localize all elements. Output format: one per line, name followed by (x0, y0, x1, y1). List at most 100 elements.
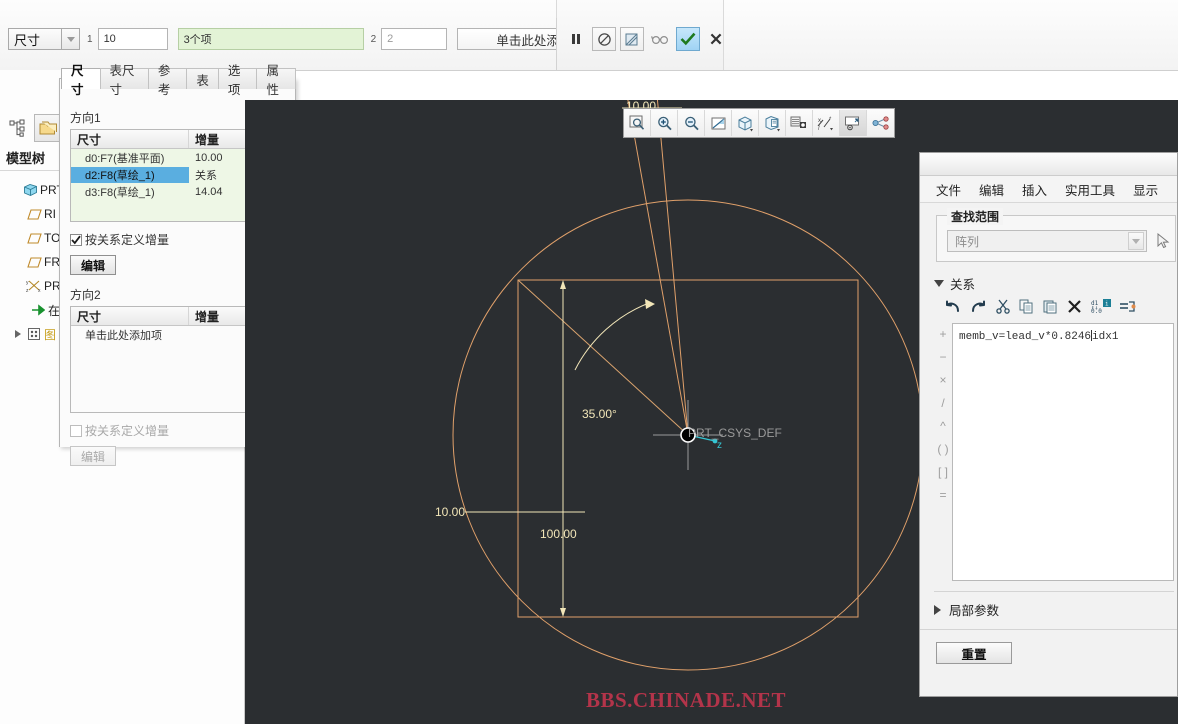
view-manager-icon[interactable] (759, 110, 786, 136)
spin-center-icon[interactable] (867, 110, 894, 136)
zoom-in-icon[interactable] (651, 110, 678, 136)
angle-second-line (656, 100, 689, 436)
pause-button[interactable] (564, 27, 588, 51)
tab-table[interactable]: 表 (186, 68, 219, 89)
viewport-toolbar: x / * (623, 108, 895, 138)
pattern-icon (24, 327, 44, 341)
svg-text:*: * (829, 117, 832, 123)
row-dimension: d2:F8(草绘_1) (71, 166, 189, 183)
operator-equals-button[interactable]: = (939, 488, 946, 502)
reorient-icon[interactable] (705, 110, 732, 136)
operator-divide-button[interactable]: / (941, 396, 944, 410)
tree-item-label: FR (44, 255, 60, 269)
lookup-scope-group: 查找范围 阵列 (936, 208, 1176, 262)
zoom-out-icon[interactable] (678, 110, 705, 136)
direction1-count-input[interactable]: 10 (97, 28, 168, 50)
copy-icon[interactable] (1019, 299, 1034, 317)
dimension-toggle-icon[interactable]: d1 0.0 ↑↓ i (1091, 299, 1111, 317)
checkbox[interactable] (70, 424, 82, 437)
menu-insert[interactable]: 插入 (1022, 180, 1047, 199)
checkbox[interactable] (70, 233, 82, 246)
chevron-right-icon[interactable] (934, 604, 941, 615)
local-parameters-header[interactable]: 局部参数 (934, 600, 1177, 619)
tree-expander-icon[interactable] (12, 330, 24, 338)
tab-options[interactable]: 选项 (217, 64, 258, 97)
glasses-preview-icon[interactable] (648, 27, 672, 51)
datum-plane-icon (24, 208, 44, 221)
model-tree-structure-icon[interactable] (4, 114, 32, 142)
delete-icon[interactable] (1067, 299, 1082, 317)
preview-geometry-icon[interactable] (620, 27, 644, 51)
relations-divider (934, 591, 1174, 592)
scope-select[interactable]: 阵列 (947, 230, 1147, 252)
chevron-down-icon[interactable] (934, 280, 944, 287)
tab-properties[interactable]: 属性 (256, 64, 297, 97)
operator-power-button[interactable]: ^ (940, 419, 946, 433)
angle-arc (574, 302, 650, 371)
direction1-edit-button[interactable]: 编辑 (70, 255, 116, 275)
chevron-down-icon[interactable] (1128, 232, 1144, 250)
vertical-dimension-label[interactable]: 100.00 (540, 527, 577, 541)
menu-display[interactable]: 显示 (1133, 180, 1158, 199)
pattern-type-select[interactable]: 尺寸 (8, 28, 62, 50)
operator-minus-button[interactable]: − (939, 350, 946, 364)
row-dimension: d3:F8(草绘_1) (85, 186, 155, 199)
angle-reference-line (627, 100, 689, 436)
svg-text:x: x (38, 288, 41, 293)
accept-button[interactable] (676, 27, 700, 51)
display-style-icon[interactable] (732, 110, 759, 136)
menu-file[interactable]: 文件 (936, 180, 961, 199)
menu-edit[interactable]: 编辑 (979, 180, 1004, 199)
select-arrow-icon[interactable] (1153, 231, 1173, 251)
saved-view-icon[interactable] (786, 110, 813, 136)
csys-label: PRT_CSYS_DEF (688, 426, 782, 440)
direction1-index-label: 1 (87, 33, 93, 45)
relations-section-header[interactable]: 关系 (934, 274, 1177, 293)
undo-icon[interactable] (944, 300, 961, 317)
angle-dimension-label[interactable]: 35.00° (582, 407, 617, 421)
direction2-count-input[interactable]: 2 (381, 28, 448, 50)
column-dimension: 尺寸 (71, 130, 189, 148)
direction1-items-input[interactable]: 3个项 (177, 28, 364, 50)
tab-references[interactable]: 参考 (147, 64, 188, 97)
angle-arrow-head (645, 299, 655, 309)
lookup-scope-legend: 查找范围 (947, 208, 1004, 225)
reset-button[interactable]: 重置 (936, 642, 1012, 664)
tab-dimensions[interactable]: 尺寸 (61, 64, 101, 97)
relations-footer-divider (920, 629, 1177, 630)
offset-dimension-label[interactable]: 10.00 (435, 505, 465, 519)
dashboard-separator (556, 18, 557, 70)
operator-multiply-button[interactable]: × (939, 373, 946, 387)
cut-icon[interactable] (996, 299, 1010, 317)
cancel-preview-icon[interactable] (592, 27, 616, 51)
dim-arrow-up (560, 280, 566, 289)
refit-icon[interactable] (624, 110, 651, 136)
datum-display-icon[interactable]: x / * (813, 110, 840, 136)
tab-table-dimensions[interactable]: 表尺寸 (99, 64, 149, 97)
redo-icon[interactable] (970, 300, 987, 317)
operator-plus-button[interactable]: + (939, 327, 946, 341)
annotation-display-icon[interactable] (840, 110, 867, 136)
checkbox-label: 按关系定义增量 (85, 233, 170, 247)
close-button[interactable] (704, 27, 728, 51)
watermark: BBS.CHINADE.NET (585, 688, 787, 712)
direction2-edit-button: 编辑 (70, 446, 116, 466)
relations-window: 文件 编辑 插入 实用工具 显示 查找范围 阵列 关系 d1 0.0 ↑↓ i … (919, 152, 1178, 697)
paste-icon[interactable] (1043, 299, 1058, 317)
pattern-dialog-tabs: 尺寸 表尺寸 参考 表 选项 属性 (61, 64, 297, 97)
svg-text:y: y (26, 280, 29, 286)
left-pane-icon-tabs (4, 114, 62, 142)
tree-item-label: 图 (44, 327, 57, 342)
relations-text-editor[interactable]: memb_v=lead_v*0.8246idx1 (952, 323, 1174, 581)
menu-utilities[interactable]: 实用工具 (1065, 180, 1115, 199)
chevron-down-icon[interactable] (62, 28, 80, 50)
dim-arrow-down (560, 608, 566, 617)
relations-toolbar: d1 0.0 ↑↓ i (944, 299, 1177, 317)
svg-text:/: / (818, 126, 820, 131)
operator-brackets-button[interactable]: [ ] (938, 465, 948, 479)
column-dimension: 尺寸 (71, 307, 189, 325)
operator-parentheses-button[interactable]: ( ) (937, 442, 948, 456)
equation-icon[interactable] (1120, 299, 1136, 317)
coordinate-system-icon: yz x (24, 279, 44, 293)
folder-browser-icon[interactable] (34, 114, 62, 142)
